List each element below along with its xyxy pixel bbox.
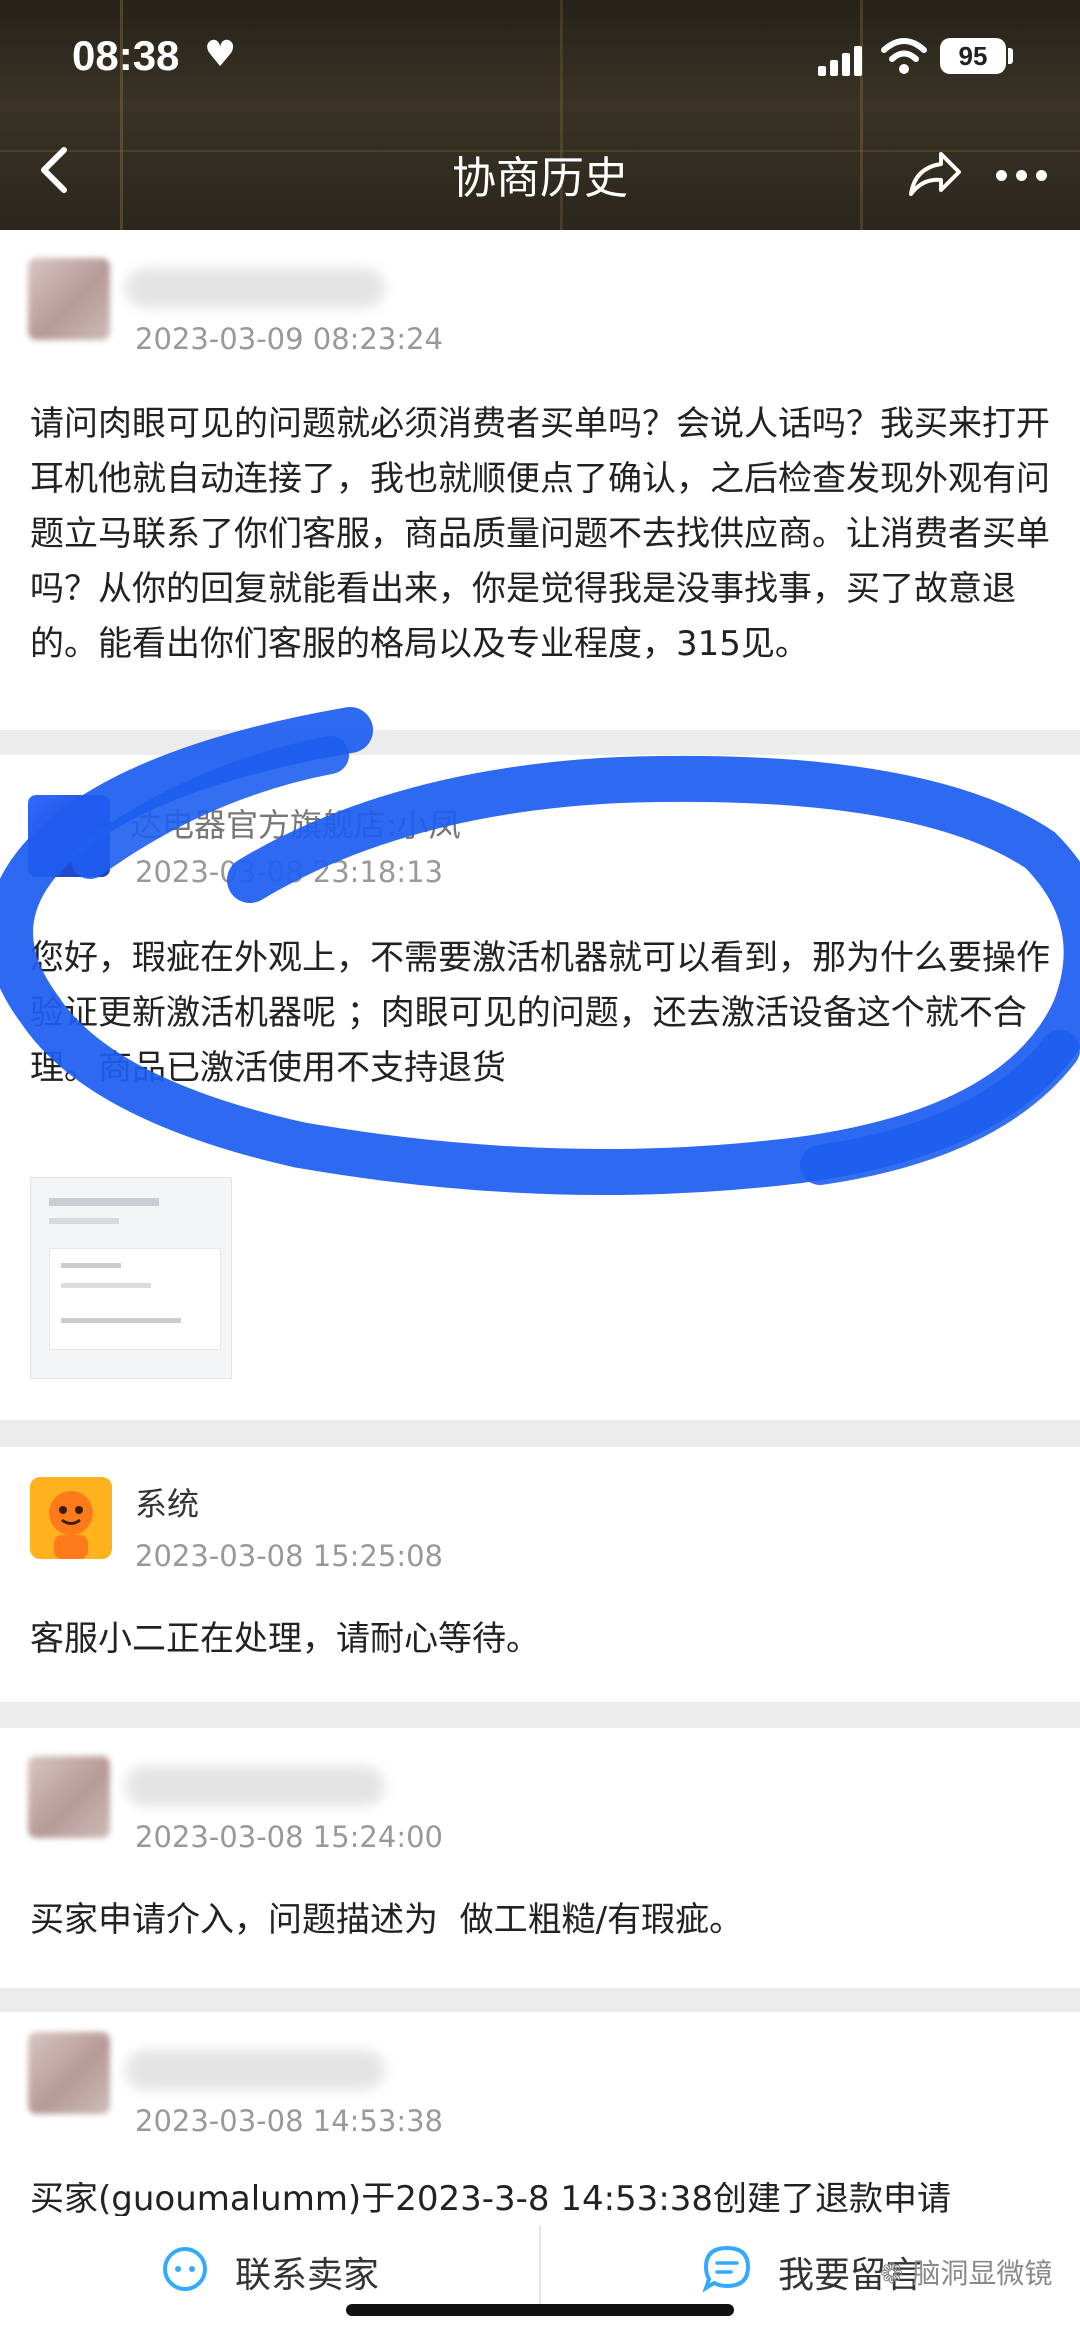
contact-seller-label: 联系卖家	[235, 2255, 380, 2296]
avatar	[28, 1756, 110, 1838]
entry-time: 2023-03-09 08:23:24	[135, 322, 443, 356]
watermark: ❁ 脑洞显微镜	[880, 2252, 1052, 2292]
entry-text: 请问肉眼可见的问题就必须消费者买单吗？会说人话吗？我买来打开耳机他就自动连接了，…	[30, 404, 1050, 664]
cellular-signal-icon	[818, 42, 868, 76]
history-entry: 2023-03-09 08:23:24 请问肉眼可见的问题就必须消费者买单吗？会…	[0, 230, 1080, 730]
entry-text-line: 买家(guoumalumm)于2023-3-8 14:53:38创建了退款申请	[30, 2182, 952, 2216]
battery-tip	[1008, 48, 1013, 64]
more-icon[interactable]	[996, 170, 1052, 184]
blurred-username	[125, 2050, 385, 2090]
entry-text: 您好，瑕疵在外观上，不需要激活机器就可以看到，那为什么要操作验证更新激活机器呢 …	[30, 938, 1050, 1088]
battery-indicator: 95	[940, 38, 1006, 74]
wechat-icon: ❁	[880, 2257, 904, 2290]
entry-text: 买家申请介入，问题描述为 做工粗糙/有瑕疵。	[30, 1900, 744, 1940]
history-entry: 2023-03-08 15:24:00 买家申请介入，问题描述为 做工粗糙/有瑕…	[0, 1728, 1080, 1988]
avatar	[28, 258, 110, 340]
chat-bubble-icon	[163, 2247, 207, 2291]
status-time: 08:38	[72, 32, 180, 79]
entry-text: 客服小二正在处理，请耐心等待。	[30, 1619, 540, 1659]
merchant-name: 达电器官方旗舰店:小凤	[130, 806, 461, 844]
divider	[539, 2226, 541, 2306]
heart-icon: ♥	[204, 34, 237, 75]
avatar	[28, 2032, 110, 2114]
wifi-icon	[881, 38, 927, 74]
system-mascot-avatar	[30, 1477, 112, 1559]
blurred-username	[125, 1766, 385, 1806]
entry-text: 买家(guoumalumm)于2023-3-8 14:53:38创建了退款申请	[30, 2182, 1050, 2216]
message-icon	[702, 2245, 751, 2293]
merchant-avatar	[28, 795, 110, 877]
attachment-thumbnail[interactable]	[30, 1177, 232, 1379]
home-indicator[interactable]	[346, 2304, 734, 2316]
share-icon[interactable]	[905, 146, 965, 202]
history-entry: 系统 2023-03-08 15:25:08 客服小二正在处理，请耐心等待。	[0, 1447, 1080, 1702]
entry-time: 2023-03-08 15:24:00	[135, 1820, 443, 1854]
blurred-username	[125, 268, 385, 308]
entry-time: 2023-03-08 14:53:38	[135, 2104, 443, 2138]
navigation-header: 08:38 ♥ 95 协商历史	[0, 0, 1080, 230]
watermark-text: 脑洞显微镜	[912, 2257, 1053, 2290]
system-name: 系统	[135, 1485, 200, 1523]
entry-time: 2023-03-08 23:18:13	[135, 855, 443, 889]
entry-time: 2023-03-08 15:25:08	[135, 1539, 443, 1573]
